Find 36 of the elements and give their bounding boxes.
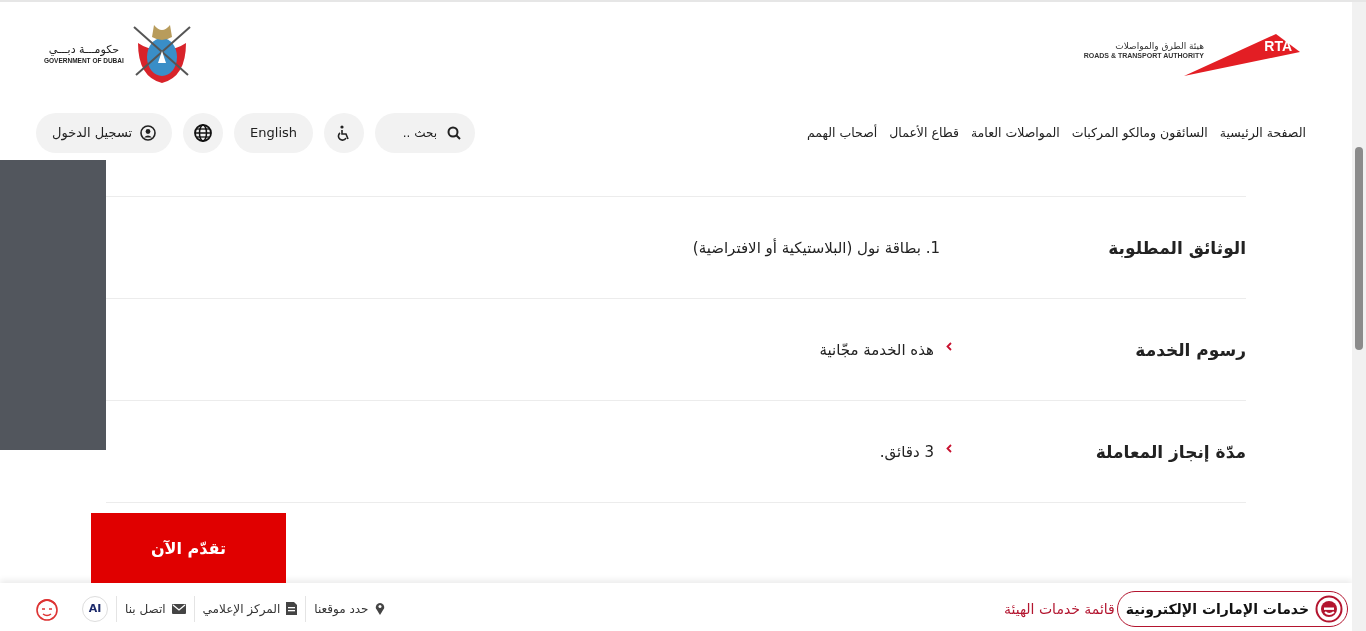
ai-button[interactable]: AI — [82, 595, 108, 622]
wheelchair-icon — [337, 124, 352, 141]
eservices-button[interactable]: خدمات الإمارات الإلكترونية — [1116, 590, 1348, 627]
detail-label: مدّة إنجاز المعاملة — [1094, 441, 1246, 462]
scrollbar-thumb[interactable] — [1355, 147, 1363, 350]
nav-link[interactable]: أصحاب الهمم — [806, 125, 878, 140]
detail-label: الوثائق المطلوبة — [1107, 237, 1246, 258]
rta-logo-mark: RTA — [1264, 37, 1292, 54]
detail-value: 1. بطاقة نول (البلاستيكية أو الافتراضية) — [692, 238, 940, 257]
logo-arabic-text: هيئة الطرق والمواصلات — [1115, 40, 1204, 52]
services-list-link[interactable]: قائمة خدمات الهيئة — [1003, 600, 1115, 617]
chevron-icon — [946, 342, 952, 351]
mail-icon — [171, 603, 186, 614]
detail-label: رسوم الخدمة — [1134, 339, 1246, 360]
chevron-icon — [946, 444, 952, 453]
search-icon — [447, 125, 462, 140]
e-logo-icon — [1315, 594, 1343, 623]
logo-arabic-text: حكومـــة دبـــي — [48, 43, 120, 57]
login-button[interactable]: تسجيل الدخول — [36, 112, 173, 153]
nav-link[interactable]: السائقون ومالكو المركبات — [1071, 125, 1208, 140]
footer-link[interactable]: حدد موقعنا — [314, 601, 385, 616]
scrollbar[interactable] — [1352, 2, 1366, 631]
nav-link[interactable]: قطاع الأعمال — [889, 125, 959, 140]
detail-value: 3 دقائق. — [879, 442, 934, 461]
footer-link[interactable]: المركز الإعلامي — [202, 601, 298, 616]
detail-value: هذه الخدمة مجّانية — [819, 340, 934, 359]
location-pin-icon — [374, 602, 385, 615]
nav-link[interactable]: المواصلات العامة — [970, 125, 1060, 140]
document-icon — [286, 602, 298, 615]
search-field[interactable]: بحث .. — [375, 112, 476, 153]
globe-icon — [194, 123, 213, 142]
footer-link[interactable]: اتصل بنا — [125, 601, 186, 616]
nav-link[interactable]: الصفحة الرئيسية — [1219, 125, 1306, 140]
user-icon — [140, 124, 157, 141]
apply-button[interactable]: تقدّم الآن — [91, 513, 286, 583]
language-button[interactable]: English — [234, 112, 314, 153]
